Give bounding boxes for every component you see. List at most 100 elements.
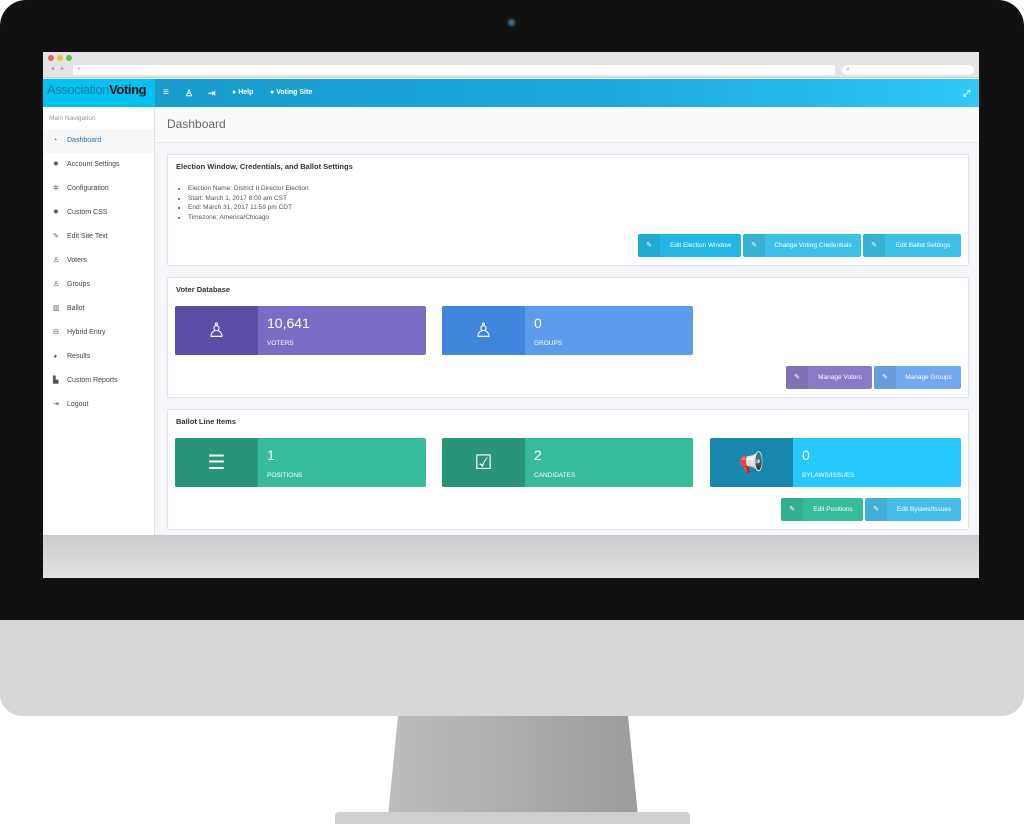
sidebar-item-account-settings[interactable]: ✹ Account Settings [43,153,154,177]
dashboard-icon: ◔ [53,137,58,144]
positions-box[interactable]: ☰ 1 POSITIONS [175,438,426,487]
election-details: Election Name: District II Director Elec… [188,184,309,222]
election-start: Start: March 1, 2017 8:00 am CST [188,194,309,204]
sidebar-item-label: Custom Reports [67,377,118,384]
sidebar-item-logout[interactable]: ⇥ Logout [43,393,154,417]
candidates-label: CANDIDATES [534,472,576,479]
list-icon: ☰ [175,438,258,487]
sidebar-item-label: Voters [67,257,87,264]
edit-icon: ✎ [743,234,765,257]
edit-icon: ✎ [781,498,803,521]
help-label: Help [238,89,254,96]
car-icon: ⊟ [53,329,59,336]
button-label: Edit Ballot Settings [895,242,951,249]
voter-database-panel: Voter Database ♙ 10,641 VOTERS ♙ 0 GROUPS ✎ M… [167,277,969,398]
button-label: Manage Groups [905,374,952,381]
sidebar-item-voters[interactable]: ♙ Voters [43,249,154,273]
voting-site-label: Voting Site [276,89,313,96]
bars-icon[interactable]: ≡ [163,79,169,107]
election-end: End: March 31, 2017 11:59 pm CDT [188,203,309,213]
sidebar-item-custom-reports[interactable]: ▙ Custom Reports [43,369,154,393]
pencil-icon: ✎ [53,233,59,240]
sidebar-item-custom-css[interactable]: ✹ Custom CSS [43,201,154,225]
bar-chart-icon: ▙ [53,377,59,384]
sidebar-item-configuration[interactable]: ✲ Configuration [43,177,154,201]
positions-label: POSITIONS [267,472,303,479]
back-button[interactable]: ◂ [51,65,54,72]
monitor-base [335,812,690,824]
sidebar: Main Navigation ◔ Dashboard ✹ Account Setti… [43,107,155,535]
bullhorn-icon: 📢 [710,438,793,487]
camera [507,18,516,27]
minimize-dot[interactable] [57,55,63,61]
browser-search[interactable]: ⌕ [842,65,974,75]
users-icon: ♙ [442,306,525,355]
voters-label: VOTERS [267,340,294,347]
main-content: Dashboard Election Window, Credentials, … [156,107,979,535]
sidebar-item-label: Results [67,353,91,360]
expand-icon[interactable]: ⤢ [963,79,970,107]
edit-icon: ✎ [865,498,887,521]
edit-positions-button[interactable]: ✎ Edit Positions [781,498,863,521]
groups-box[interactable]: ♙ 0 GROUPS [442,306,693,355]
maximize-dot[interactable] [66,55,72,61]
sidebar-item-label: Groups [67,281,90,288]
user-icon: ♙ [175,306,258,355]
sidebar-item-label: Logout [67,401,89,408]
sidebar-title: Main Navigation [49,115,96,122]
close-dot[interactable] [48,55,54,61]
sidebar-item-label: Custom CSS [67,209,108,216]
button-label: Change Voting Credentials [774,242,852,249]
gear-icon: ✹ [53,209,59,216]
sidebar-item-hybrid-entry[interactable]: ⊟ Hybrid Entry [43,321,154,345]
edit-icon: ✎ [786,366,808,389]
edit-ballot-settings-button[interactable]: ✎ Edit Ballot Settings [863,234,961,257]
edit-election-window-button[interactable]: ✎ Edit Election Window [638,234,741,257]
users-icon: ♙ [53,281,60,288]
change-voting-credentials-button[interactable]: ✎ Change Voting Credentials [743,234,861,257]
forward-button[interactable]: ▸ [61,65,64,72]
button-label: Edit Bylaws/Issues [896,506,952,513]
edit-icon: ✎ [638,234,660,257]
edit-bylaws-issues-button[interactable]: ✎ Edit Bylaws/Issues [865,498,961,521]
help-link[interactable]: ● Help [232,79,253,107]
logo[interactable]: AssociationVoting [43,79,155,107]
candidates-box[interactable]: ☑ 2 CANDIDATES [442,438,693,487]
ballot-panel-title: Ballot Line Items [176,417,237,426]
bylaws-count: 0 [802,447,810,463]
browser-bar: ◂ ▸ + ⌕ [43,52,979,78]
user-icon: ♙ [53,257,60,264]
voters-box[interactable]: ♙ 10,641 VOTERS [175,306,426,355]
app-header: AssociationVoting ≡ ♙ ⇥ ● Help ● Voting … [43,79,979,107]
manage-voters-button[interactable]: ✎ Manage Voters [786,366,872,389]
monitor-chin [0,620,1024,716]
sign-out-icon[interactable]: ⇥ [208,79,216,107]
address-bar[interactable]: + [73,65,835,75]
election-panel-title: Election Window, Credentials, and Ballot… [176,162,353,171]
sidebar-item-label: Edit Site Text [67,233,108,240]
election-timezone: Timezone: America/Chicago [188,213,309,223]
sidebar-item-groups[interactable]: ♙ Groups [43,273,154,297]
book-icon: ▥ [53,305,60,312]
monitor-stand [388,716,638,816]
sidebar-item-label: Ballot [67,305,85,312]
sidebar-item-ballot[interactable]: ▥ Ballot [43,297,154,321]
voting-site-link[interactable]: ● Voting Site [270,79,312,107]
sidebar-item-results[interactable]: ◕ Results [43,345,154,369]
bylaws-label: BYLAWS/ISSUES [802,472,855,479]
sidebar-item-edit-site-text[interactable]: ✎ Edit Site Text [43,225,154,249]
voter-panel-title: Voter Database [176,285,231,294]
manage-groups-button[interactable]: ✎ Manage Groups [874,366,961,389]
sidebar-item-label: Dashboard [67,137,102,144]
screen-reflection [43,535,979,578]
election-panel: Election Window, Credentials, and Ballot… [167,154,969,266]
bylaws-box[interactable]: 📢 0 BYLAWS/ISSUES [710,438,961,487]
sign-out-icon: ⇥ [53,401,59,408]
logo-part1: Association [47,82,110,97]
button-label: Edit Positions [813,506,853,513]
groups-label: GROUPS [534,340,563,347]
sidebar-item-dashboard[interactable]: ◔ Dashboard [43,129,154,153]
page-title: Dashboard [156,107,979,143]
sidebar-item-label: Hybrid Entry [67,329,106,336]
user-icon[interactable]: ♙ [185,79,193,107]
